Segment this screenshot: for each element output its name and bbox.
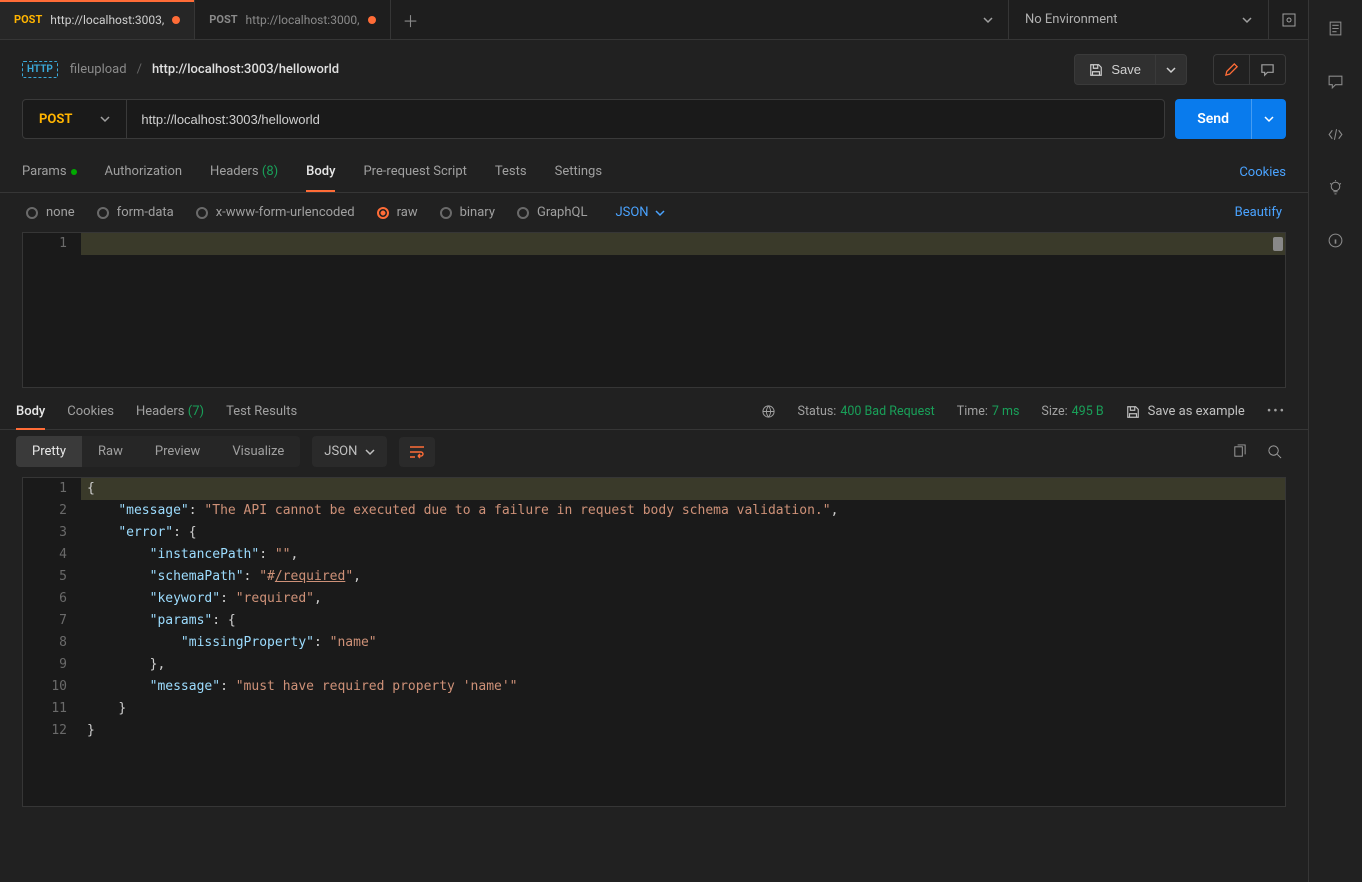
body-type-formdata[interactable]: form-data: [97, 205, 174, 220]
breadcrumb-separator: /: [137, 62, 142, 77]
word-wrap-button[interactable]: [399, 437, 435, 467]
send-button[interactable]: Send: [1175, 99, 1286, 139]
status-meta[interactable]: Status: 400 Bad Request: [798, 404, 935, 419]
globe-icon[interactable]: [761, 404, 776, 419]
more-actions-button[interactable]: •••: [1267, 404, 1286, 419]
tab-request-1[interactable]: POST http://localhost:3000,: [195, 0, 390, 39]
body-type-graphql[interactable]: GraphQL: [517, 205, 587, 220]
resp-tab-body[interactable]: Body: [16, 404, 45, 419]
resp-tab-cookies[interactable]: Cookies: [67, 404, 114, 419]
breadcrumb-request-name: http://localhost:3003/helloworld: [152, 62, 339, 77]
method-label: POST: [39, 112, 72, 127]
radio-icon: [440, 207, 452, 219]
tab-method: POST: [14, 13, 42, 26]
view-pretty[interactable]: Pretty: [16, 436, 82, 467]
body-type-binary[interactable]: binary: [440, 205, 495, 220]
tab-params[interactable]: Params: [22, 164, 77, 181]
body-type-urlencoded[interactable]: x-www-form-urlencoded: [196, 205, 355, 220]
edit-button[interactable]: [1214, 55, 1249, 84]
save-button[interactable]: Save: [1074, 54, 1156, 85]
comment-icon: [1260, 62, 1275, 77]
response-toolbar: Pretty Raw Preview Visualize JSON: [0, 429, 1308, 473]
resp-tab-tests[interactable]: Test Results: [226, 404, 297, 419]
comments-icon[interactable]: [1327, 73, 1344, 90]
url-input[interactable]: [127, 100, 1164, 138]
code-icon[interactable]: [1327, 126, 1344, 143]
breadcrumb: fileupload / http://localhost:3003/hello…: [70, 62, 339, 77]
environment-selector[interactable]: No Environment: [1008, 0, 1268, 39]
tab-prerequest[interactable]: Pre-request Script: [363, 164, 466, 181]
breadcrumb-folder[interactable]: fileupload: [70, 62, 127, 77]
resp-tab-headers[interactable]: Headers (7): [136, 404, 204, 419]
copy-icon: [1232, 444, 1247, 459]
view-visualize[interactable]: Visualize: [216, 436, 300, 467]
size-meta[interactable]: Size: 495 B: [1041, 404, 1103, 419]
body-type-none[interactable]: none: [26, 205, 75, 220]
beautify-button[interactable]: Beautify: [1235, 205, 1282, 220]
save-label: Save: [1111, 62, 1141, 77]
http-badge-icon: HTTP: [22, 61, 58, 78]
request-header: HTTP fileupload / http://localhost:3003/…: [0, 40, 1308, 99]
copy-response-button[interactable]: [1222, 438, 1257, 465]
unsaved-dot-icon: [368, 16, 376, 24]
radio-icon: [377, 207, 389, 219]
request-body-editor[interactable]: 1: [22, 232, 1286, 388]
response-format-selector[interactable]: JSON: [312, 436, 387, 467]
method-selector[interactable]: POST: [23, 100, 127, 138]
radio-icon: [196, 207, 208, 219]
environment-quicklook-button[interactable]: [1268, 0, 1308, 39]
view-raw[interactable]: Raw: [82, 436, 139, 467]
tab-settings[interactable]: Settings: [555, 164, 602, 181]
info-icon[interactable]: [1327, 232, 1344, 249]
tab-url: http://localhost:3000,: [246, 13, 360, 27]
pencil-icon: [1224, 62, 1239, 77]
time-meta[interactable]: Time: 7 ms: [957, 404, 1020, 419]
tab-overflow-button[interactable]: [968, 0, 1008, 39]
send-dropdown-button[interactable]: [1251, 99, 1286, 139]
wrap-icon: [409, 445, 425, 459]
body-type-raw[interactable]: raw: [377, 205, 418, 220]
response-header: Body Cookies Headers (7) Test Results St…: [0, 388, 1308, 429]
search-response-button[interactable]: [1257, 438, 1292, 465]
right-sidebar: [1308, 0, 1362, 882]
save-dropdown-button[interactable]: [1156, 54, 1187, 85]
params-active-dot-icon: [71, 169, 77, 175]
tab-request-0[interactable]: POST http://localhost:3003,: [0, 0, 195, 39]
comment-button[interactable]: [1249, 55, 1285, 84]
body-type-row: none form-data x-www-form-urlencoded raw…: [0, 193, 1308, 232]
tab-headers[interactable]: Headers (8): [210, 164, 278, 181]
cookies-link[interactable]: Cookies: [1239, 165, 1286, 180]
view-preview[interactable]: Preview: [139, 436, 216, 467]
send-label: Send: [1175, 111, 1251, 127]
scrollbar-thumb[interactable]: [1273, 237, 1283, 251]
documentation-icon[interactable]: [1327, 20, 1344, 37]
request-tabs: Params Authorization Headers (8) Body Pr…: [0, 153, 1308, 193]
radio-icon: [26, 207, 38, 219]
tab-tests[interactable]: Tests: [495, 164, 527, 181]
unsaved-dot-icon: [172, 16, 180, 24]
save-icon: [1126, 405, 1140, 419]
lightbulb-icon[interactable]: [1327, 179, 1344, 196]
radio-icon: [517, 207, 529, 219]
url-row: POST Send: [0, 99, 1308, 153]
search-icon: [1267, 444, 1282, 459]
save-icon: [1089, 63, 1103, 77]
tab-method: POST: [209, 13, 237, 26]
environment-label: No Environment: [1025, 12, 1118, 27]
new-tab-button[interactable]: ＋: [391, 0, 431, 39]
response-body-editor[interactable]: 1{2 "message": "The API cannot be execut…: [22, 477, 1286, 807]
tab-body[interactable]: Body: [306, 164, 335, 181]
content-type-selector[interactable]: JSON: [615, 205, 664, 220]
save-as-example-button[interactable]: Save as example: [1126, 404, 1245, 419]
radio-icon: [97, 207, 109, 219]
tab-url: http://localhost:3003,: [50, 13, 164, 27]
tab-authorization[interactable]: Authorization: [105, 164, 183, 181]
tabs-bar: POST http://localhost:3003, POST http://…: [0, 0, 1308, 40]
